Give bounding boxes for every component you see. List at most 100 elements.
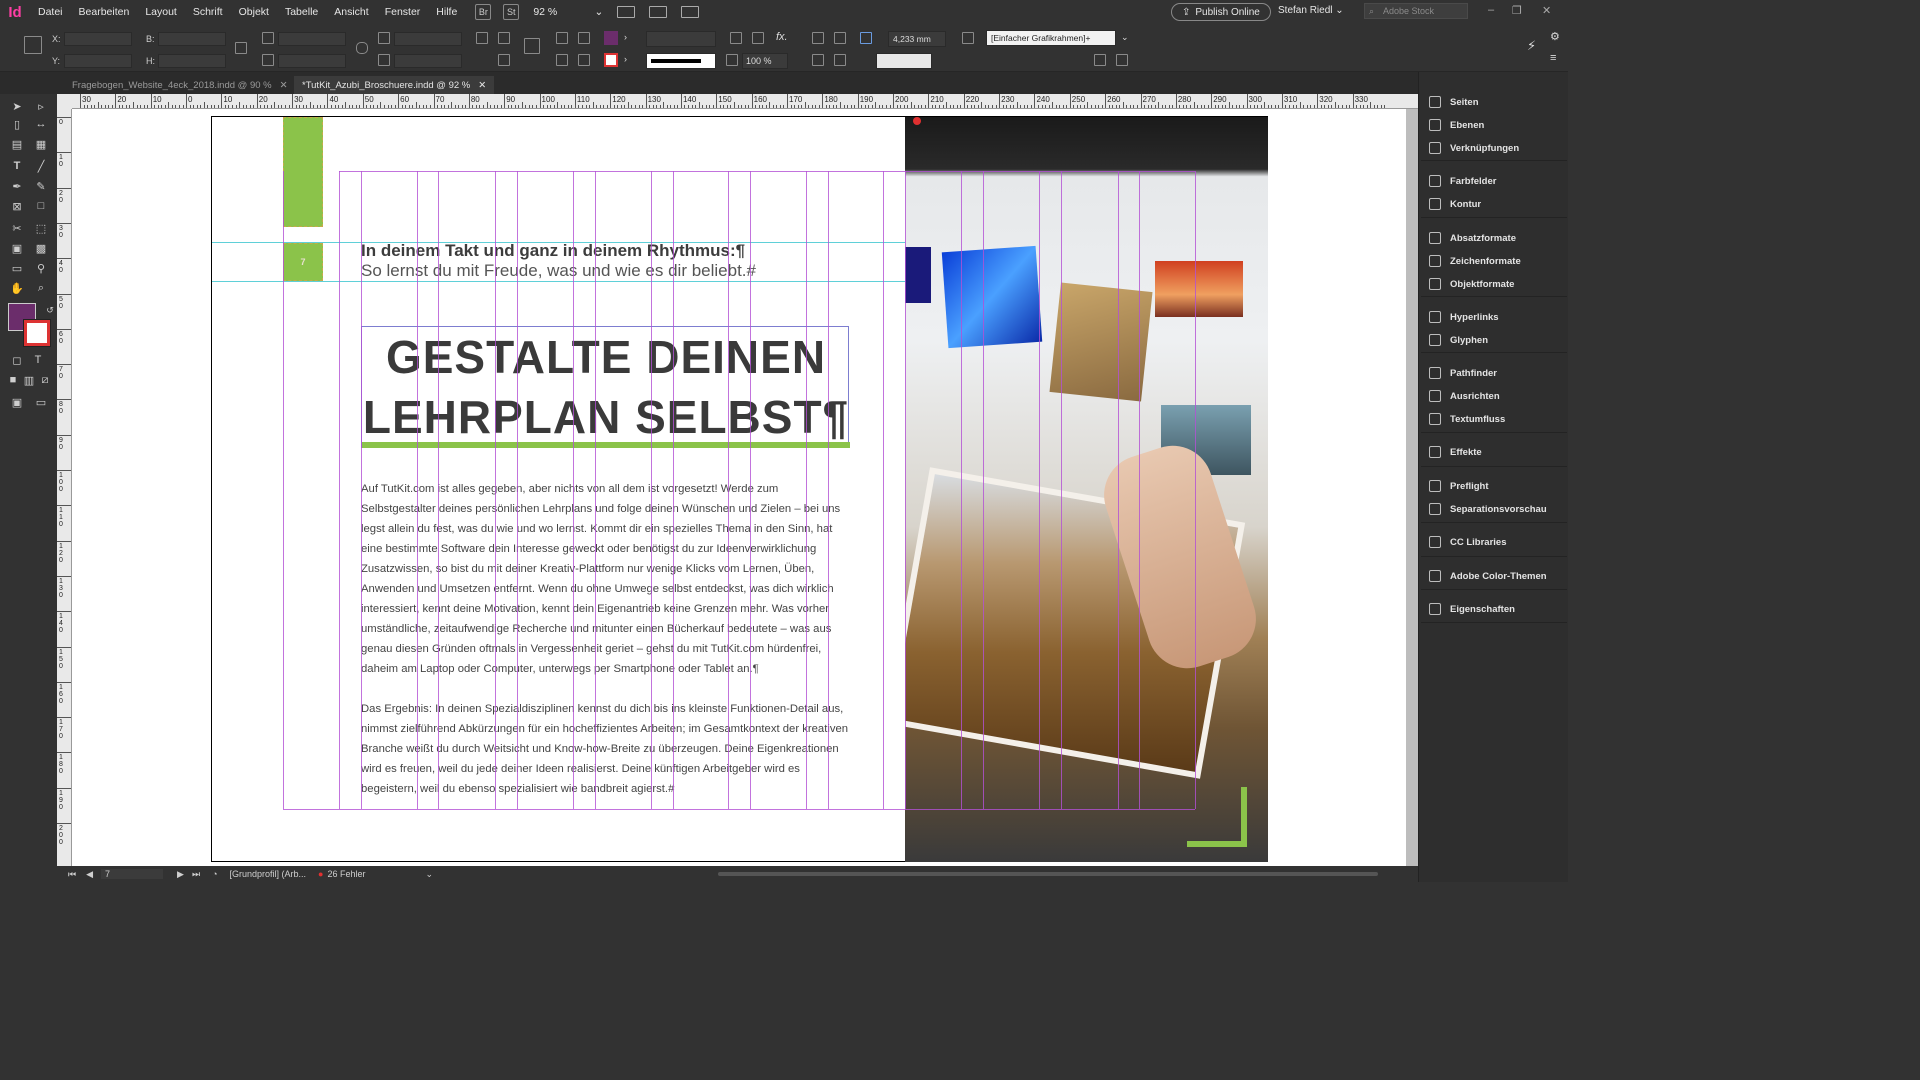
select-previous-icon[interactable] [556,54,568,66]
rotate-icon[interactable] [378,32,390,44]
body-text-frame[interactable]: Auf TutKit.com ist alles gegeben, aber n… [361,479,849,819]
link-scale-icon[interactable] [356,42,368,54]
menu-ansicht[interactable]: Ansicht [326,6,376,18]
panel-menu-icon[interactable]: ≡ [1550,52,1556,64]
panel-item-seiten[interactable]: Seiten [1429,92,1565,112]
opacity-field[interactable]: 100 % [742,53,788,69]
select-container-icon[interactable] [556,32,568,44]
width-field[interactable] [158,32,226,46]
column-guide[interactable] [983,171,984,809]
panel-item-verknüpfungen[interactable]: Verknüpfungen [1429,138,1565,158]
select-content-icon[interactable] [578,32,590,44]
column-guide[interactable] [361,171,362,809]
flip-horizontal-icon[interactable] [498,54,510,66]
selection-tool-icon[interactable]: ➤ [9,98,25,114]
x-field[interactable] [64,32,132,46]
height-field[interactable] [158,54,226,68]
select-next-icon[interactable] [578,54,590,66]
column-guide[interactable] [517,171,518,809]
column-guide[interactable] [806,171,807,809]
panel-item-preflight[interactable]: Preflight [1429,476,1565,496]
type-tool-icon[interactable]: T [9,158,25,174]
free-transform-tool-icon[interactable]: ⬚ [33,220,49,236]
chevron-down-icon[interactable]: ⌄ [1121,32,1129,43]
menu-hilfe[interactable]: Hilfe [428,6,465,18]
document-canvas[interactable]: 7 In deinem Takt und ganz in deinem Rhyt… [72,109,1406,866]
subheadline-frame[interactable]: In deinem Takt und ganz in deinem Rhythm… [361,241,771,281]
column-guide[interactable] [651,171,652,809]
stroke-weight-select[interactable] [646,31,716,47]
next-page-icon[interactable]: ▶ [177,869,184,880]
panel-item-hyperlinks[interactable]: Hyperlinks [1429,307,1565,327]
error-count[interactable]: 26 Fehler [327,869,365,879]
column-guide[interactable] [828,171,829,809]
first-page-icon[interactable]: ⏮ [68,869,76,880]
page-tool-icon[interactable]: ▯ [9,116,25,132]
publish-online-button[interactable]: ⇪ Publish Online [1171,3,1271,21]
column-guide[interactable] [961,171,962,809]
direct-selection-tool-icon[interactable]: ▹ [33,98,49,114]
scale-x-field[interactable] [278,32,346,46]
pencil-tool-icon[interactable]: ✎ [33,178,49,194]
column-guide[interactable] [438,171,439,809]
menu-schrift[interactable]: Schrift [185,6,231,18]
gear-icon[interactable]: ⚙ [1550,30,1560,43]
minimize-icon[interactable]: – [1488,4,1494,16]
line-tool-icon[interactable]: ╱ [33,158,49,174]
green-decor-box[interactable] [283,117,323,227]
panel-item-effekte[interactable]: Effekte [1429,442,1565,462]
chevron-down-icon[interactable]: ⌄ [426,869,434,880]
scale-x-icon[interactable] [262,32,274,44]
horizontal-ruler[interactable]: 30 20 10 0 10 20 30 40 50 60 70 80 90 100 110 120 130 140… [72,94,1418,109]
menu-tabelle[interactable]: Tabelle [277,6,326,18]
column-guide[interactable] [1061,171,1062,809]
column-guide[interactable] [1139,171,1140,809]
apply-color-icon[interactable]: ■ [5,372,21,388]
tab-tutkit-broschuere[interactable]: *TutKit_Azubi_Broschuere.indd @ 92 % ✕ [294,76,495,94]
rotate-field[interactable] [394,32,462,46]
constrain-proportions-icon[interactable] [235,42,247,54]
panel-item-adobe-color-themen[interactable]: Adobe Color-Themen [1429,566,1565,586]
y-field[interactable] [64,54,132,68]
text-wrap-bbox-icon[interactable] [834,32,846,44]
object-style-select[interactable]: [Einfacher Grafikrahmen]+ [986,30,1116,46]
vertical-scrollbar[interactable] [1406,109,1418,866]
menu-layout[interactable]: Layout [137,6,185,18]
title-frame[interactable]: GESTALTE DEINEN LEHRPLAN SELBST¶ [361,326,850,448]
column-guide[interactable] [417,171,418,809]
close-window-icon[interactable]: ✕ [1542,4,1551,17]
column-guide[interactable] [883,171,884,809]
shear-icon[interactable] [378,54,390,66]
column-guide[interactable] [728,171,729,809]
view-options-icon[interactable] [617,6,636,18]
rectangle-frame-tool-icon[interactable]: ⊠ [9,198,25,214]
previous-page-icon[interactable]: ◀ [86,869,93,880]
column-guide[interactable] [495,171,496,809]
new-object-style-icon[interactable] [1116,54,1128,66]
eyedropper-tool-icon[interactable]: ⚲ [33,260,49,276]
menu-datei[interactable]: Datei [30,6,71,18]
page-number-field[interactable]: 7 [101,869,164,879]
stroke-weight-field[interactable]: 4,233 mm [888,31,946,47]
column-guide[interactable] [673,171,674,809]
hand-tool-icon[interactable]: ✋ [9,280,25,296]
preview-mode-icon[interactable]: ▣ [9,394,25,410]
auto-fit-icon[interactable] [860,32,872,44]
rotate-90-cw-icon[interactable] [476,32,488,44]
reference-point-icon[interactable] [24,36,42,54]
close-icon[interactable]: ✕ [478,80,486,91]
stroke-color-preview[interactable] [876,53,932,69]
panel-item-ebenen[interactable]: Ebenen [1429,115,1565,135]
gap-tool-icon[interactable]: ↔ [33,116,49,132]
column-guide[interactable] [905,171,906,809]
panel-item-glyphen[interactable]: Glyphen [1429,330,1565,350]
note-tool-icon[interactable]: ▭ [9,260,25,276]
last-page-icon[interactable]: ⏭ [192,869,200,880]
gradient-swatch-tool-icon[interactable]: ▣ [9,240,25,256]
panel-item-objektformate[interactable]: Objektformate [1429,274,1565,294]
link-warning-icon[interactable] [913,117,921,125]
hero-photo[interactable] [905,117,1268,862]
flip-preview-icon[interactable] [524,38,540,54]
stroke-color-swatch[interactable] [24,320,50,346]
fill-dropdown-icon[interactable]: › [624,32,627,42]
